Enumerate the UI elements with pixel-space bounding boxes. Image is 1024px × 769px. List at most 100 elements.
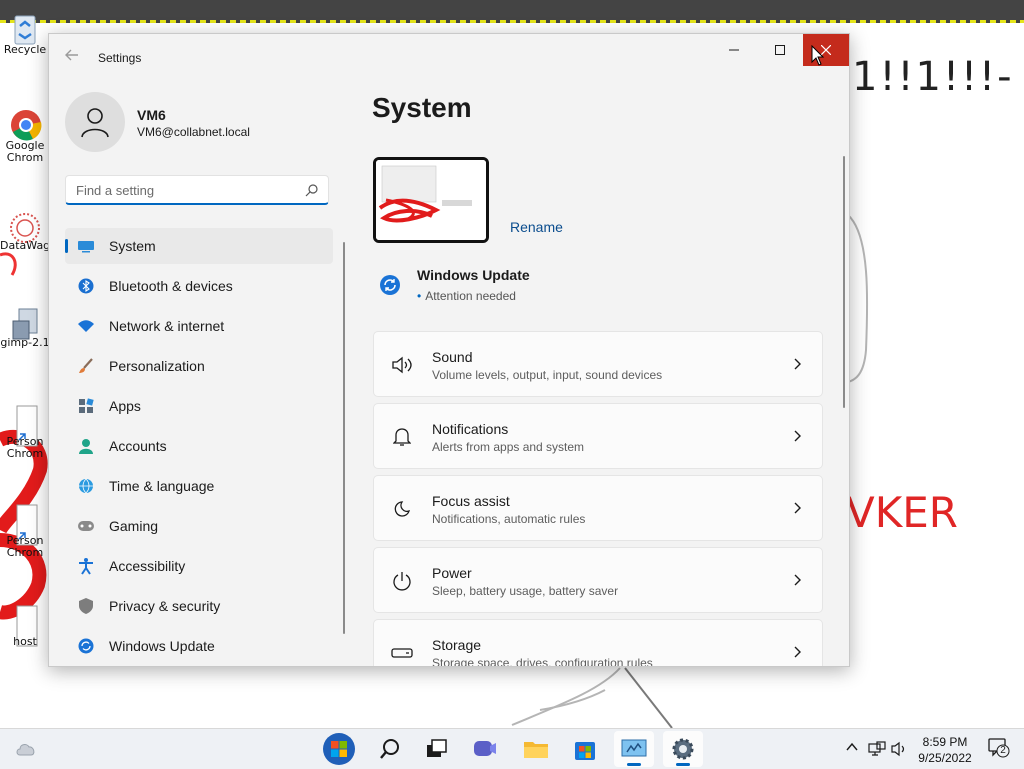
- card-subtitle: Storage space, drives, configuration rul…: [432, 656, 653, 667]
- accessibility-icon: [77, 557, 95, 575]
- chat-icon: [474, 741, 496, 756]
- content-scrollbar[interactable]: [843, 156, 845, 408]
- sidebar-item-label: Apps: [109, 398, 141, 414]
- chat-button[interactable]: [465, 731, 505, 767]
- file-explorer-button[interactable]: [516, 731, 556, 767]
- desktop-icon-label: Chrom: [6, 447, 44, 460]
- card-title: Notifications: [432, 421, 509, 437]
- card-focus-assist[interactable]: Focus assist Notifications, automatic ru…: [373, 475, 823, 541]
- card-subtitle: Alerts from apps and system: [432, 440, 585, 454]
- windows-update-status-text: Attention needed: [425, 289, 516, 303]
- desktop-icon-datawag[interactable]: DataWag: [0, 208, 50, 252]
- task-view-button[interactable]: [417, 731, 457, 767]
- card-title: Focus assist: [432, 493, 510, 509]
- sidebar-item-apps[interactable]: Apps: [65, 388, 333, 424]
- sidebar-item-accessibility[interactable]: Accessibility: [65, 548, 333, 584]
- card-notifications[interactable]: Notifications Alerts from apps and syste…: [373, 403, 823, 469]
- desktop-icon-chrome[interactable]: Google Chrom: [0, 108, 50, 164]
- search-box[interactable]: [65, 175, 329, 205]
- sidebar-item-label: Accounts: [109, 438, 167, 454]
- maximize-button[interactable]: [757, 34, 803, 66]
- brush-icon: [77, 357, 95, 375]
- clock-time: 8:59 PM: [922, 735, 968, 749]
- start-button[interactable]: [319, 731, 359, 767]
- taskbar-search-button[interactable]: [370, 731, 410, 767]
- sidebar-item-label: Bluetooth & devices: [109, 278, 233, 294]
- desktop-icon-person-chrome-2[interactable]: Person Chrom: [0, 503, 50, 559]
- chevron-right-icon: [794, 430, 801, 442]
- sidebar-item-accounts[interactable]: Accounts: [65, 428, 333, 464]
- recycle-bin-icon: [9, 12, 41, 45]
- bluetooth-icon: [77, 277, 95, 295]
- chevron-up-icon[interactable]: [846, 741, 858, 753]
- sidebar-item-label: Time & language: [109, 478, 215, 494]
- windows-update-title[interactable]: Windows Update: [417, 267, 530, 283]
- desktop-icon-host[interactable]: host: [0, 604, 50, 648]
- notification-icon: [988, 738, 1010, 758]
- avatar[interactable]: [65, 92, 125, 152]
- store-icon: [575, 742, 595, 760]
- desktop-preview-thumbnail: [373, 157, 489, 243]
- sidebar-item-system[interactable]: System: [65, 228, 333, 264]
- desktop-icon-gimp[interactable]: gimp-2.1: [0, 305, 50, 349]
- storage-icon: [391, 642, 413, 664]
- wifi-icon: [77, 317, 95, 335]
- user-icon: [81, 108, 109, 138]
- user-email: VM6@collabnet.local: [137, 125, 250, 139]
- system-display-icon: [77, 237, 95, 255]
- back-button[interactable]: [61, 47, 83, 69]
- title-bar[interactable]: Settings: [49, 34, 849, 82]
- sidebar-item-label: Accessibility: [109, 558, 186, 574]
- chevron-right-icon: [794, 574, 801, 586]
- close-button[interactable]: [803, 34, 849, 66]
- search-icon: [380, 739, 399, 759]
- globe-clock-icon: [77, 477, 95, 495]
- chevron-right-icon: [794, 358, 801, 370]
- sidebar-item-personalization[interactable]: Personalization: [65, 348, 333, 384]
- shield-icon: [77, 597, 95, 615]
- sidebar-item-windows-update[interactable]: Windows Update: [65, 628, 333, 664]
- desktop-icon-recycle-bin[interactable]: Recycle: [0, 12, 50, 56]
- card-storage[interactable]: Storage Storage space, drives, configura…: [373, 619, 823, 667]
- weather-cloud-icon: [16, 744, 35, 756]
- clock-date: 9/25/2022: [918, 751, 972, 765]
- gamepad-icon: [77, 517, 95, 535]
- card-power[interactable]: Power Sleep, battery usage, battery save…: [373, 547, 823, 613]
- clock[interactable]: 8:59 PM 9/25/2022: [902, 734, 988, 766]
- sidebar-item-bluetooth-devices[interactable]: Bluetooth & devices: [65, 268, 333, 304]
- desktop-icon-person-chrome-1[interactable]: Person Chrom: [0, 404, 50, 460]
- active-indicator: [627, 763, 641, 766]
- desktop-background-text: 1!!1!!!-: [852, 54, 1014, 100]
- sidebar-scrollbar[interactable]: [343, 242, 345, 634]
- update-icon: [77, 637, 95, 655]
- apps-icon: [77, 397, 95, 415]
- page-title: System: [372, 92, 472, 123]
- settings-taskbar-button[interactable]: [663, 731, 703, 767]
- sidebar-item-network-internet[interactable]: Network & internet: [65, 308, 333, 344]
- sidebar-item-privacy-security[interactable]: Privacy & security: [65, 588, 333, 624]
- network-icon[interactable]: [868, 741, 886, 757]
- notification-center-button[interactable]: 2: [988, 738, 1010, 758]
- minimize-button[interactable]: [711, 34, 757, 66]
- shortcut-icon: [9, 404, 41, 447]
- sidebar-item-label: Privacy & security: [109, 598, 221, 614]
- search-input[interactable]: [76, 176, 296, 204]
- rename-link[interactable]: Rename: [510, 219, 563, 235]
- power-icon: [391, 570, 413, 592]
- desktop-icon-label: Recycle: [3, 43, 47, 56]
- card-sound[interactable]: Sound Volume levels, output, input, soun…: [373, 331, 823, 397]
- speaker-icon: [391, 354, 413, 376]
- control-panel-button[interactable]: [614, 731, 654, 767]
- chevron-right-icon: [794, 646, 801, 658]
- search-icon[interactable]: [305, 184, 318, 197]
- sidebar-item-time-language[interactable]: Time & language: [65, 468, 333, 504]
- chevron-right-icon: [794, 502, 801, 514]
- status-dot-icon: •: [417, 289, 422, 303]
- task-view-icon: [427, 739, 447, 757]
- store-button[interactable]: [565, 731, 605, 767]
- sidebar-item-gaming[interactable]: Gaming: [65, 508, 333, 544]
- settings-icon: [672, 738, 694, 760]
- widgets-button[interactable]: [6, 731, 46, 767]
- sidebar-nav: System Bluetooth & devices Network & int…: [65, 228, 333, 666]
- maximize-icon: [775, 45, 785, 55]
